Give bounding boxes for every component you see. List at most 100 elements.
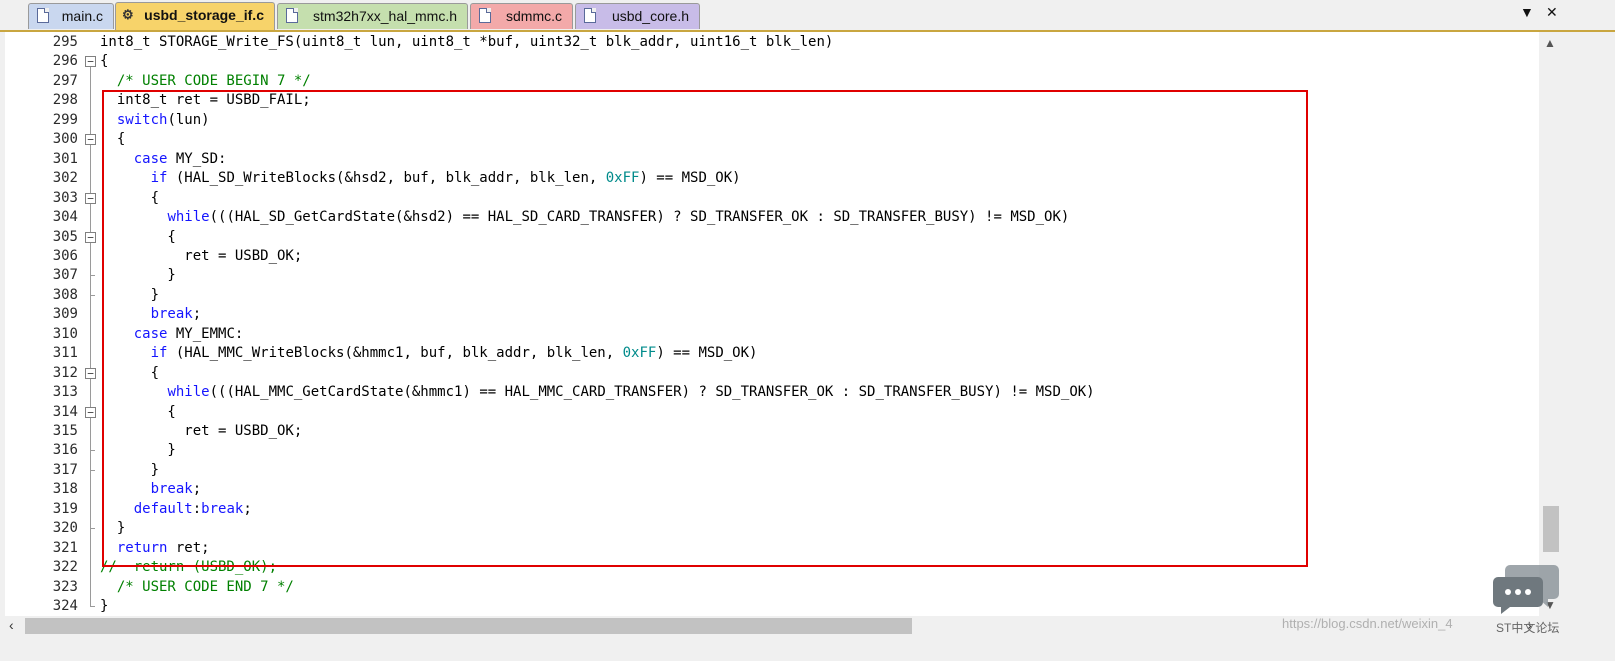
- tab-stm32h7xx-hal-mmc-h[interactable]: stm32h7xx_hal_mmc.h: [277, 3, 468, 29]
- fold-toggle-icon[interactable]: −: [85, 134, 96, 146]
- fold-guide: [90, 460, 91, 481]
- line-number: 300: [52, 131, 78, 148]
- line-number: 301: [52, 150, 78, 167]
- fold-guide: [90, 91, 91, 112]
- fold-guide: [90, 480, 91, 501]
- fold-toggle-icon[interactable]: −: [85, 231, 96, 243]
- line-number: 323: [52, 578, 78, 595]
- code-text: /* USER CODE BEGIN 7 */: [100, 72, 311, 91]
- tab-main-c[interactable]: main.c: [28, 3, 114, 29]
- code-token: {: [100, 53, 109, 70]
- code-line[interactable]: 324}: [5, 597, 1539, 616]
- code-text: /* USER CODE END 7 */: [100, 578, 294, 597]
- code-editor[interactable]: 324} 323 /* USER CODE END 7 */322// retur…: [5, 32, 1539, 616]
- line-number: 318: [52, 481, 78, 498]
- fold-guide: [90, 558, 91, 579]
- highlight-box: [102, 90, 1308, 567]
- watermark-url: https://blog.csdn.net/weixin_4: [1282, 616, 1453, 631]
- chat-bubble-icon: [1493, 565, 1559, 614]
- tab-label: usbd_core.h: [611, 8, 689, 24]
- fold-guide: [90, 149, 91, 170]
- scroll-left-icon[interactable]: ‹: [9, 617, 14, 633]
- file-icon: [37, 8, 49, 23]
- code-line[interactable]: 323 /* USER CODE END 7 */: [5, 577, 1539, 598]
- file-icon: [286, 8, 298, 23]
- gear-icon: ⚙: [122, 7, 134, 22]
- file-icon: [584, 8, 596, 23]
- fold-end-marker: [90, 275, 95, 277]
- comment-token: /* USER CODE END 7 */: [100, 578, 294, 595]
- line-number: 309: [52, 306, 78, 323]
- line-number: 297: [52, 72, 78, 89]
- line-number: 312: [52, 364, 78, 381]
- tab-sdmmc-c[interactable]: sdmmc.c: [470, 3, 573, 29]
- line-number: 299: [52, 111, 78, 128]
- tab-bar: ▼ ✕ main.c ⚙ usbd_storage_if.c stm32h7xx_ha…: [0, 0, 1615, 32]
- line-number: 321: [52, 539, 78, 556]
- fold-end-marker: [90, 469, 95, 471]
- line-number: 307: [52, 267, 78, 284]
- fold-guide: [90, 441, 91, 462]
- fold-toggle-icon[interactable]: −: [85, 367, 96, 379]
- tab-list-dropdown-icon[interactable]: ▼: [1520, 4, 1534, 20]
- tab-label: main.c: [61, 8, 103, 24]
- fold-end-marker: [90, 528, 95, 530]
- fold-guide: [90, 499, 91, 520]
- comment-token: /* USER CODE BEGIN 7 */: [100, 72, 311, 89]
- line-number: 298: [52, 92, 78, 109]
- fold-toggle-icon[interactable]: −: [85, 192, 96, 204]
- fold-guide: [90, 67, 91, 73]
- line-number: 314: [52, 403, 78, 420]
- fold-guide: [90, 344, 91, 365]
- fold-guide: [90, 110, 91, 131]
- line-number: 302: [52, 170, 78, 187]
- fold-end-marker: [90, 450, 95, 452]
- line-number: 322: [52, 559, 78, 576]
- tab-usbd-core-h[interactable]: usbd_core.h: [575, 3, 700, 29]
- fold-end-marker: [90, 606, 95, 608]
- vertical-scroll-thumb[interactable]: [1543, 506, 1559, 552]
- line-number: 310: [52, 325, 78, 342]
- horizontal-scroll-thumb[interactable]: [25, 618, 912, 634]
- line-number: 304: [52, 209, 78, 226]
- line-number: 303: [52, 189, 78, 206]
- line-number: 306: [52, 247, 78, 264]
- code-line[interactable]: 296−{: [5, 52, 1539, 73]
- code-line[interactable]: 297 /* USER CODE BEGIN 7 */: [5, 71, 1539, 92]
- fold-toggle-icon[interactable]: −: [85, 56, 96, 68]
- code-line[interactable]: 295 int8_t STORAGE_Write_FS(uint8_t lun, …: [5, 33, 1539, 53]
- file-icon: [479, 8, 491, 23]
- status-bar: [0, 636, 1615, 661]
- line-number: 316: [52, 442, 78, 459]
- fold-guide: [90, 266, 91, 287]
- line-number: 305: [52, 228, 78, 245]
- vertical-scrollbar[interactable]: ▲ ▼: [1539, 32, 1562, 616]
- close-tab-icon[interactable]: ✕: [1546, 4, 1558, 21]
- tab-usbd-storage-if-c[interactable]: ⚙ usbd_storage_if.c: [115, 2, 275, 30]
- fold-guide: [90, 145, 91, 151]
- tab-label: stm32h7xx_hal_mmc.h: [313, 8, 457, 24]
- fold-guide: [90, 285, 91, 306]
- tab-label: sdmmc.c: [506, 8, 562, 24]
- scroll-up-icon[interactable]: ▲: [1544, 36, 1556, 50]
- tab-label: usbd_storage_if.c: [144, 7, 264, 23]
- forum-watermark: ST中文论坛: [1496, 621, 1560, 635]
- fold-toggle-icon[interactable]: −: [85, 406, 96, 418]
- fold-guide: [90, 324, 91, 345]
- code-token: }: [100, 598, 109, 615]
- line-number: 319: [52, 500, 78, 517]
- code-text: }: [100, 597, 108, 616]
- code-text: {: [100, 52, 108, 71]
- line-number: 311: [52, 345, 78, 362]
- line-number: 317: [52, 461, 78, 478]
- fold-guide: [90, 71, 91, 92]
- line-number: 313: [52, 384, 78, 401]
- fold-guide: [90, 169, 91, 190]
- fold-guide: [90, 422, 91, 442]
- line-number: 324: [52, 598, 78, 615]
- fold-guide: [90, 208, 91, 229]
- code-text: int8_t STORAGE_Write_FS(uint8_t lun, uin…: [100, 33, 833, 52]
- fold-guide: [90, 519, 91, 540]
- fold-guide: [90, 383, 91, 404]
- line-number: 320: [52, 520, 78, 537]
